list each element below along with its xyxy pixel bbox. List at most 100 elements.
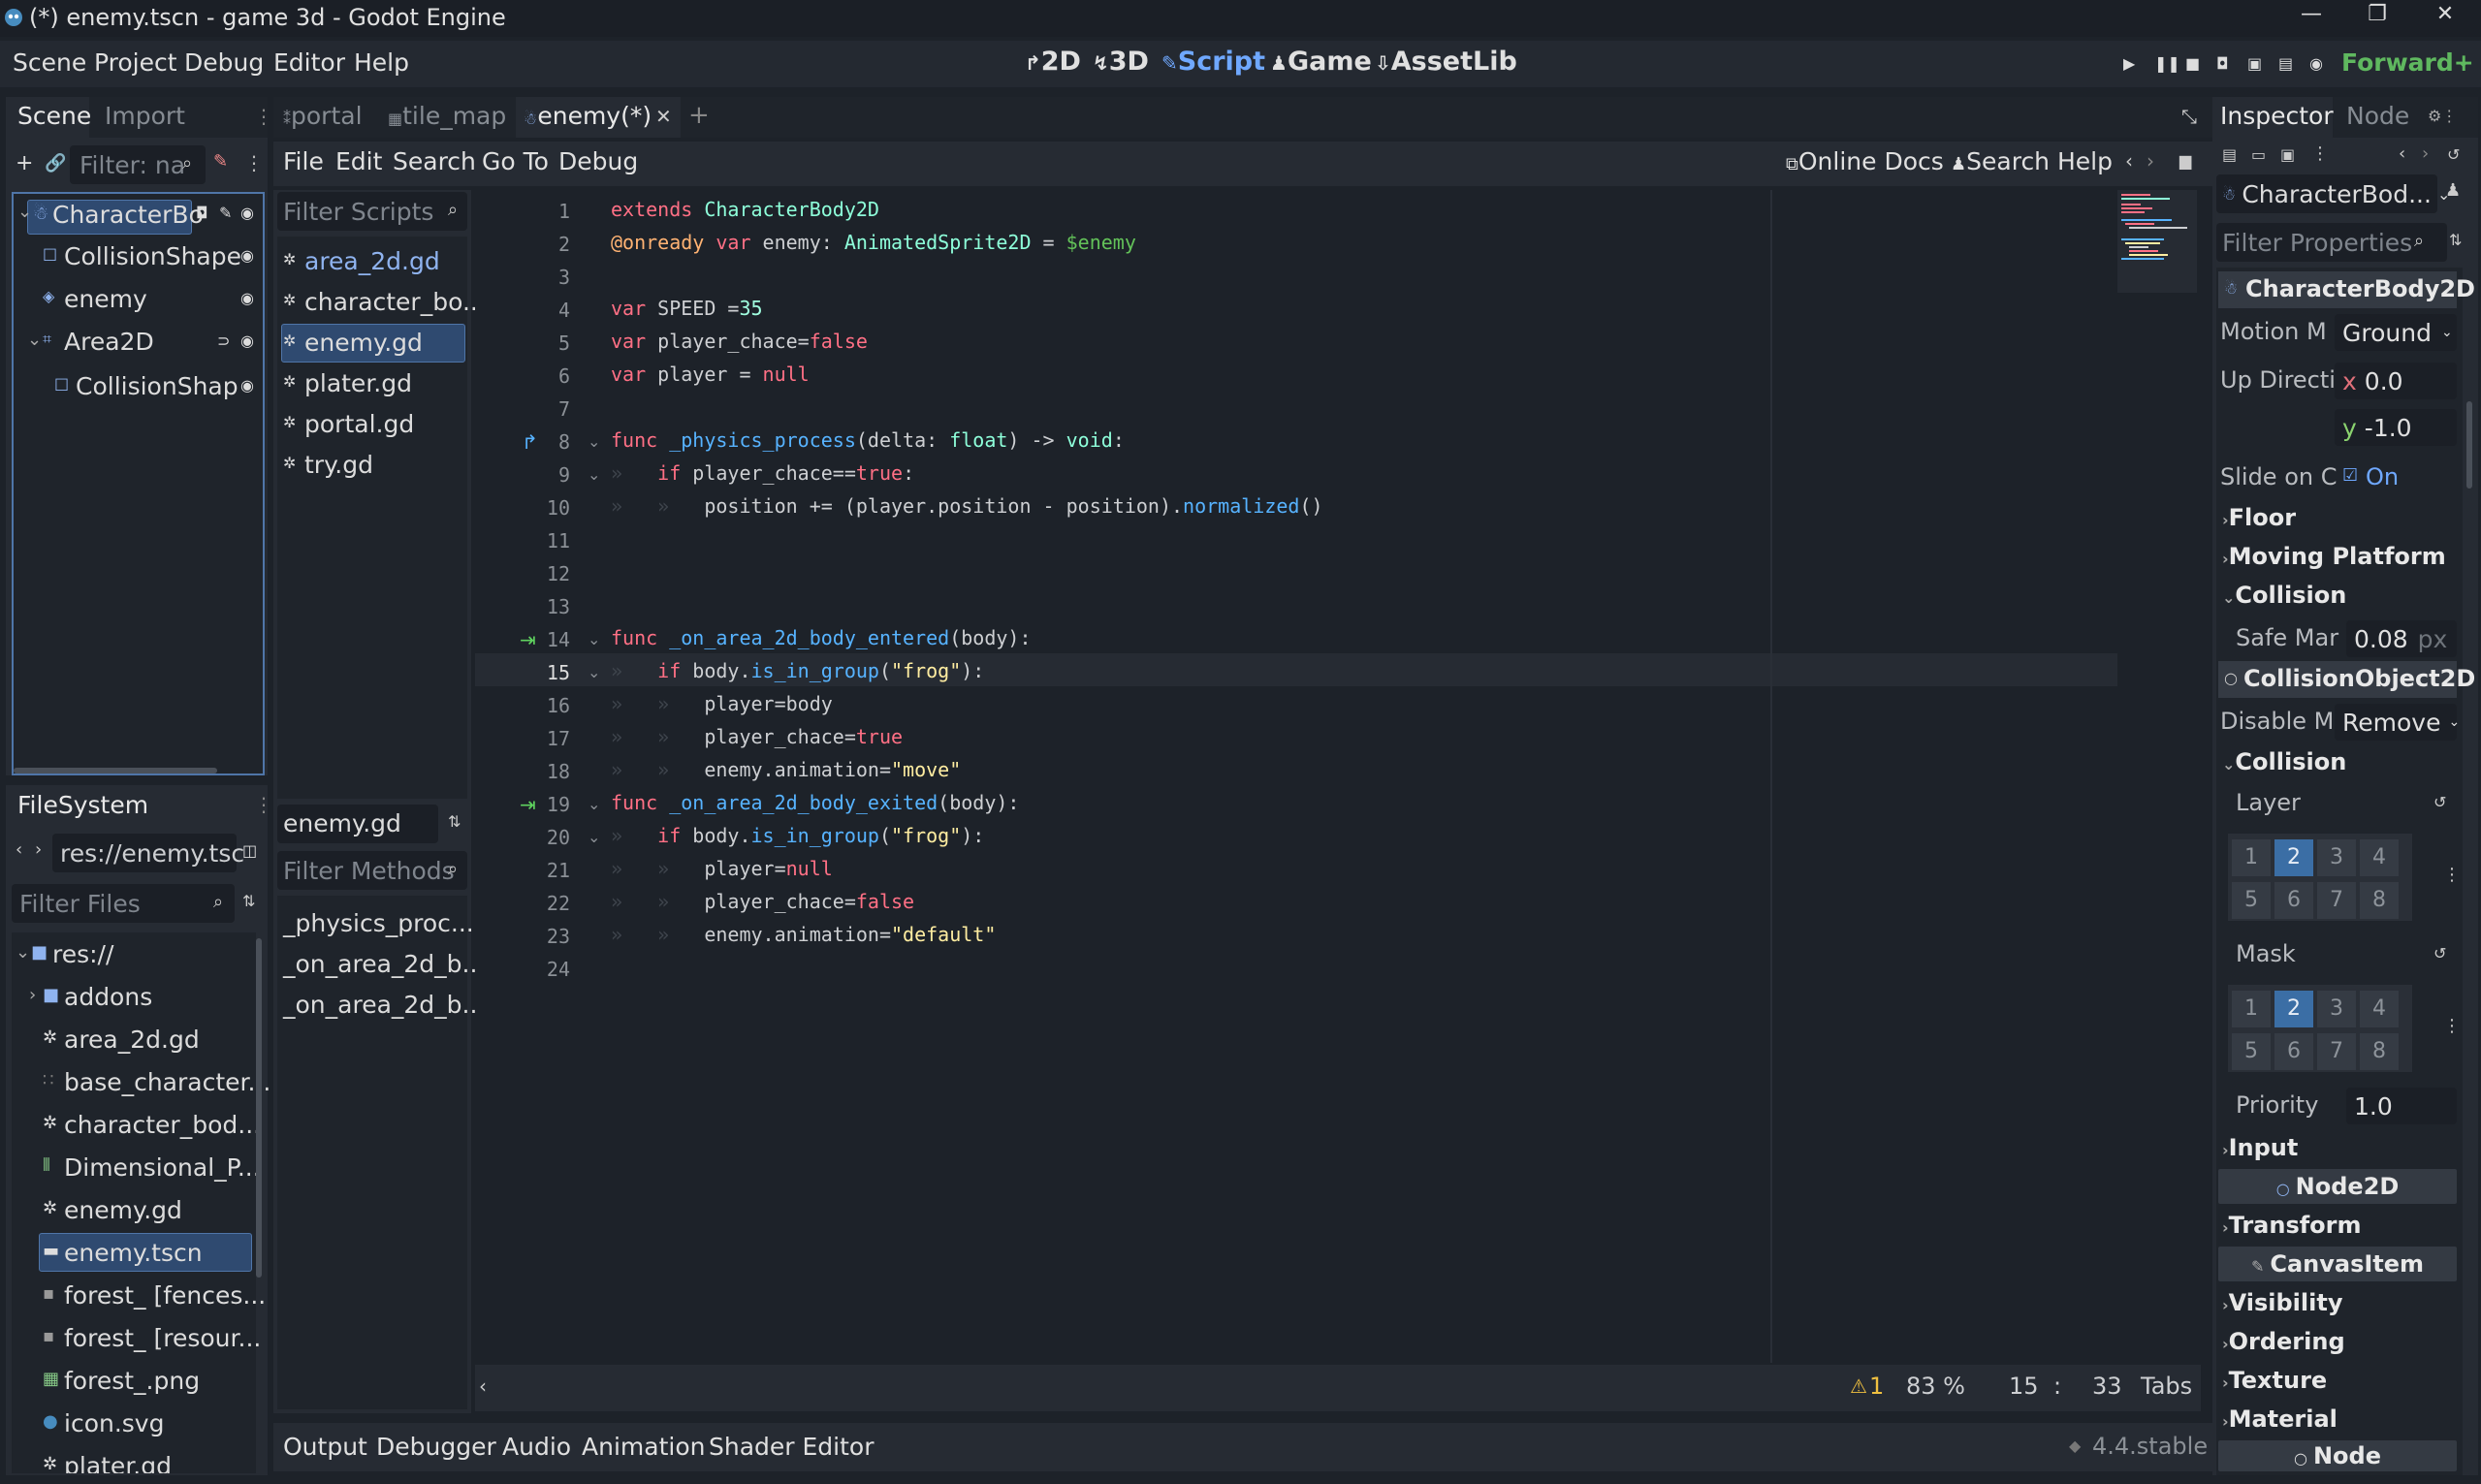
filesystem-path-field[interactable]: res://enemy.tsc: [52, 834, 244, 872]
dock-options-icon[interactable]: ⚙⋮: [2428, 107, 2457, 125]
scene-tab-enemy[interactable]: ☃enemy(*): [524, 102, 652, 130]
split-view-icon[interactable]: ◫: [242, 841, 257, 860]
signal-icon[interactable]: ⊃: [217, 332, 230, 350]
class-header-node[interactable]: ○ Node: [2218, 1440, 2457, 1471]
script-menu-debug[interactable]: Debug: [558, 147, 638, 175]
inspector-back-icon[interactable]: ‹: [2399, 143, 2405, 164]
fs-item-addons[interactable]: addons: [64, 983, 152, 1011]
tab-inspector[interactable]: Inspector: [2220, 102, 2334, 130]
method-item[interactable]: _on_area_2d_b...: [283, 950, 485, 978]
revert-icon[interactable]: ↺: [2433, 793, 2446, 811]
fs-item-dimensional[interactable]: Dimensional_P...: [64, 1153, 261, 1182]
floor-section[interactable]: ›Floor: [2222, 504, 2296, 531]
group-icon[interactable]: ◘: [196, 204, 208, 222]
script-item-portal[interactable]: portal.gd: [304, 410, 414, 438]
bottom-tab-debugger[interactable]: Debugger: [376, 1433, 496, 1461]
fs-item-forest-fences[interactable]: forest_ [fences...: [64, 1281, 266, 1310]
menu-project[interactable]: Project: [94, 48, 177, 77]
scene-tab-tile-map[interactable]: ▦tile_map: [388, 102, 506, 130]
history-back-icon[interactable]: ‹: [2125, 149, 2133, 173]
tab-scene[interactable]: Scene: [17, 102, 91, 130]
fs-item-character-bod[interactable]: character_bod...: [64, 1111, 261, 1139]
script-attached-icon[interactable]: ✎: [219, 204, 232, 222]
menu-scene[interactable]: Scene: [13, 48, 86, 77]
tree-node-enemy[interactable]: enemy: [64, 285, 147, 313]
collapse-arrow-icon[interactable]: ⌄: [27, 330, 42, 350]
script-menu-edit[interactable]: Edit: [335, 147, 382, 175]
visibility-section[interactable]: ›Visibility: [2222, 1289, 2342, 1316]
add-node-icon[interactable]: +: [16, 151, 33, 175]
ordering-section[interactable]: ›Ordering: [2222, 1328, 2345, 1355]
mask-options-icon[interactable]: ⋮: [2443, 1016, 2461, 1036]
fold-arrow-icon[interactable]: ⌄: [588, 630, 600, 648]
attach-script-icon[interactable]: ✎: [213, 151, 228, 172]
maximize-button[interactable]: ❐: [2348, 2, 2406, 35]
layer-cell-3[interactable]: 3: [2317, 839, 2356, 876]
material-section[interactable]: ›Material: [2222, 1405, 2338, 1433]
play-scene-icon[interactable]: ▤: [2278, 54, 2293, 73]
moving-platform-section[interactable]: ›Moving Platform: [2222, 543, 2446, 570]
workspace-assetlib-button[interactable]: ⇩AssetLib: [1375, 47, 1517, 77]
class-header-canvasitem[interactable]: ✎ CanvasItem: [2218, 1247, 2457, 1281]
movie-maker-icon[interactable]: ▣: [2247, 54, 2262, 73]
fs-item-enemy-tscn[interactable]: enemy.tscn: [64, 1239, 203, 1267]
history-icon[interactable]: ↺: [2447, 145, 2460, 164]
scene-tree-hscrollbar[interactable]: [14, 768, 217, 774]
stop-icon[interactable]: ■: [2185, 54, 2200, 73]
collapse-arrow-icon[interactable]: ⌄: [17, 202, 32, 222]
mask-cell-3[interactable]: 3: [2317, 991, 2356, 1027]
script-item-enemy[interactable]: enemy.gd: [304, 329, 423, 357]
load-resource-icon[interactable]: ▭: [2251, 145, 2266, 164]
disable-mode-select[interactable]: Remove ⌄: [2335, 704, 2460, 741]
layer-cell-8[interactable]: 8: [2360, 882, 2399, 919]
class-header-collisionobject2d[interactable]: CollisionObject2D: [2243, 665, 2475, 692]
back-arrow-icon[interactable]: ‹: [16, 839, 22, 860]
scene-tree-menu-icon[interactable]: ⋮: [244, 151, 264, 174]
mask-cell-7[interactable]: 7: [2317, 1033, 2356, 1070]
menu-help[interactable]: Help: [354, 48, 409, 77]
tree-node-collisionshape[interactable]: CollisionShape: [64, 242, 241, 270]
safe-margin-field[interactable]: 0.08 px: [2346, 620, 2457, 657]
resource-menu-icon[interactable]: ⋮: [2311, 143, 2329, 164]
up-direction-x-field[interactable]: x 0.0: [2335, 363, 2457, 399]
visibility-eye-icon[interactable]: ◉: [240, 246, 254, 265]
workspace-2d-button[interactable]: ↱2D: [1025, 47, 1081, 77]
method-item[interactable]: _on_area_2d_b...: [283, 991, 485, 1019]
fs-item-icon-svg[interactable]: icon.svg: [64, 1409, 164, 1437]
script-item-character-bo[interactable]: character_bo...: [304, 288, 486, 316]
inspector-vscrollbar[interactable]: [2466, 401, 2472, 489]
distraction-free-icon[interactable]: ⤡: [2181, 105, 2197, 128]
mask-cell-4[interactable]: 4: [2360, 991, 2399, 1027]
fs-item-enemy-gd[interactable]: enemy.gd: [64, 1196, 182, 1224]
layer-options-icon[interactable]: ⋮: [2443, 865, 2461, 885]
fs-item-area2d[interactable]: area_2d.gd: [64, 1026, 200, 1054]
fold-arrow-icon[interactable]: ⌄: [588, 432, 600, 451]
method-item[interactable]: _physics_proc...: [283, 909, 474, 937]
sort-icon[interactable]: ⇅: [242, 892, 255, 910]
filesystem-menu-icon[interactable]: ⋮: [254, 793, 273, 816]
menu-editor[interactable]: Editor: [273, 48, 345, 77]
tree-node-characterbody[interactable]: CharacterBo: [52, 201, 204, 229]
expand-arrow-icon[interactable]: ›: [29, 985, 36, 1005]
online-docs-button[interactable]: ⧉Online Docs: [1786, 147, 1944, 175]
filter-scripts-input[interactable]: Filter Scripts: [277, 192, 467, 231]
pause-icon[interactable]: ❚❚: [2154, 54, 2180, 73]
layer-cell-5[interactable]: 5: [2232, 882, 2271, 919]
mask-cell-8[interactable]: 8: [2360, 1033, 2399, 1070]
priority-field[interactable]: 1.0: [2346, 1088, 2457, 1124]
float-window-icon[interactable]: ▆: [2179, 151, 2191, 170]
fold-arrow-icon[interactable]: ⌄: [588, 663, 600, 681]
fs-item-forest-png[interactable]: forest_.png: [64, 1367, 200, 1395]
fs-item-res[interactable]: res://: [52, 940, 113, 968]
input-section[interactable]: ›Input: [2222, 1134, 2298, 1161]
bottom-tab-output[interactable]: Output: [283, 1433, 367, 1461]
menu-debug[interactable]: Debug: [184, 48, 264, 77]
slide-on-ceiling-value[interactable]: On: [2366, 463, 2399, 490]
layer-cell-1[interactable]: 1: [2232, 839, 2271, 876]
instance-scene-icon[interactable]: 🔗: [45, 153, 66, 174]
script-item-try[interactable]: try.gd: [304, 451, 373, 479]
add-tab-icon[interactable]: +: [688, 101, 710, 130]
workspace-script-button[interactable]: ✎Script: [1161, 47, 1265, 77]
toggle-scripts-panel-icon[interactable]: ‹: [479, 1374, 487, 1398]
inspector-forward-icon[interactable]: ›: [2422, 143, 2429, 164]
